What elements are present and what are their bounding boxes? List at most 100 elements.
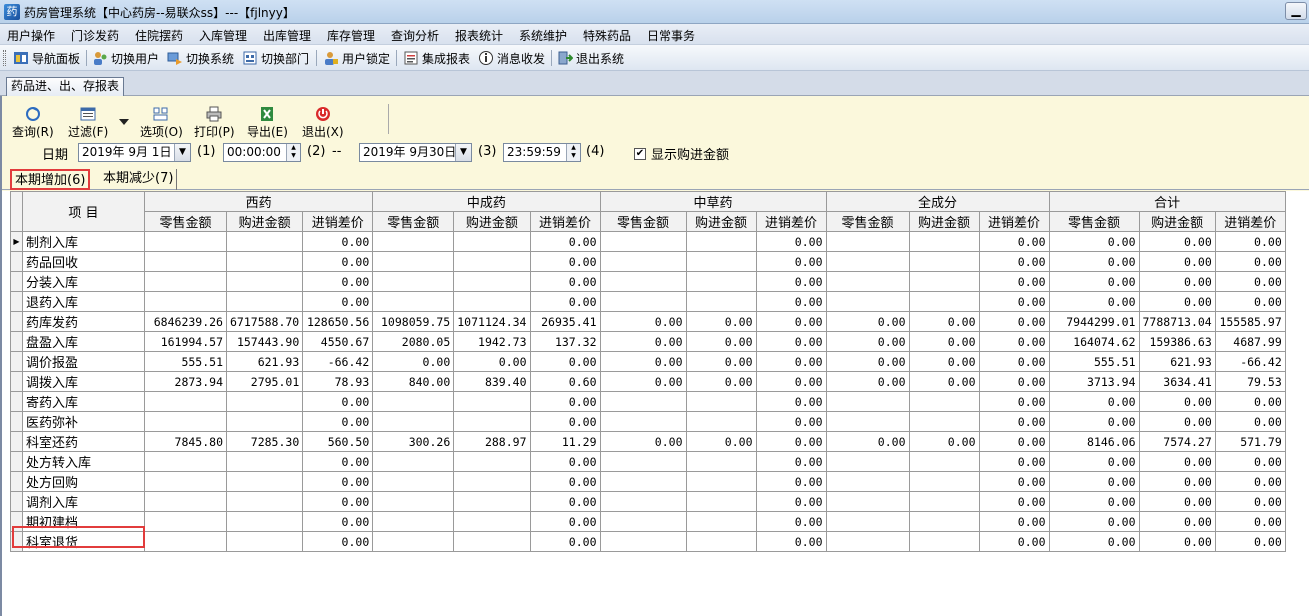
grid-cell[interactable]: 0.00 xyxy=(978,251,1050,272)
grid-cell[interactable]: 2795.01 xyxy=(225,371,304,392)
grid-cell[interactable]: 3713.94 xyxy=(1048,371,1140,392)
grid-cell[interactable]: 0.00 xyxy=(908,371,980,392)
row-name-cell[interactable]: 分装入库 xyxy=(22,271,145,292)
grid-cell[interactable]: 0.00 xyxy=(978,491,1050,512)
column-header[interactable]: 零售金额 xyxy=(599,211,687,232)
grid-cell[interactable] xyxy=(599,531,687,552)
row-name-cell[interactable]: 期初建档 xyxy=(22,511,145,532)
menu-inpatient-dispense[interactable]: 住院摆药 xyxy=(135,27,183,44)
menu-user-ops[interactable]: 用户操作 xyxy=(7,27,55,44)
grid-cell[interactable]: 0.00 xyxy=(1138,391,1216,412)
grid-cell[interactable]: 0.00 xyxy=(825,351,910,372)
grid-cell[interactable]: 0.00 xyxy=(302,251,374,272)
filter-button[interactable]: 过滤(F) xyxy=(68,106,108,140)
grid-cell[interactable]: 4550.67 xyxy=(302,331,374,352)
grid-cell[interactable]: 0.00 xyxy=(1048,271,1140,292)
grid-cell[interactable] xyxy=(599,271,687,292)
grid-cell[interactable]: 0.00 xyxy=(529,451,601,472)
grid-cell[interactable]: 0.00 xyxy=(372,351,455,372)
grid-cell[interactable] xyxy=(599,251,687,272)
grid-cell[interactable]: 0.00 xyxy=(755,531,827,552)
grid-cell[interactable]: 0.00 xyxy=(1214,451,1286,472)
grid-cell[interactable] xyxy=(144,511,227,532)
grid-cell[interactable]: 0.00 xyxy=(529,351,601,372)
grid-cell[interactable] xyxy=(453,471,531,492)
grid-cell[interactable] xyxy=(372,391,455,412)
table-row[interactable]: 退药入库 0.00 0.00 0.00 0.00 0.00 0.00 0.00 xyxy=(10,291,1286,312)
end-time-input[interactable]: 23:59:59 ▲ ▼ xyxy=(503,143,581,162)
grid-cell[interactable] xyxy=(144,231,227,252)
grid-cell[interactable]: 0.00 xyxy=(453,351,531,372)
grid-cell[interactable]: 7845.80 xyxy=(144,431,227,452)
grid-cell[interactable]: 0.00 xyxy=(529,251,601,272)
grid-cell[interactable] xyxy=(685,231,757,252)
column-header[interactable]: 购进金额 xyxy=(685,211,757,232)
grid-cell[interactable]: 0.00 xyxy=(825,371,910,392)
grid-cell[interactable]: 0.00 xyxy=(302,531,374,552)
column-header[interactable]: 购进金额 xyxy=(908,211,980,232)
grid-cell[interactable]: 0.00 xyxy=(755,251,827,272)
grid-cell[interactable] xyxy=(908,451,980,472)
grid-cell[interactable]: 26935.41 xyxy=(529,311,601,332)
grid-cell[interactable] xyxy=(685,391,757,412)
grid-cell[interactable]: 0.00 xyxy=(978,531,1050,552)
grid-cell[interactable]: 0.00 xyxy=(302,231,374,252)
menu-stock-in[interactable]: 入库管理 xyxy=(199,27,247,44)
grid-cell[interactable]: 0.00 xyxy=(1214,491,1286,512)
grid-cell[interactable]: 0.00 xyxy=(1138,291,1216,312)
grid-cell[interactable] xyxy=(453,491,531,512)
grid-cell[interactable] xyxy=(599,511,687,532)
grid-cell[interactable] xyxy=(825,491,910,512)
grid-cell[interactable]: 0.00 xyxy=(302,451,374,472)
grid-cell[interactable]: 0.00 xyxy=(302,271,374,292)
grid-cell[interactable]: 0.00 xyxy=(755,491,827,512)
grid-cell[interactable] xyxy=(825,451,910,472)
grid-cell[interactable]: 621.93 xyxy=(225,351,304,372)
grid-cell[interactable]: 128650.56 xyxy=(302,311,374,332)
grid-cell[interactable] xyxy=(225,251,304,272)
grid-cell[interactable] xyxy=(908,491,980,512)
grid-cell[interactable]: 0.00 xyxy=(685,311,757,332)
grid-cell[interactable]: 0.00 xyxy=(825,311,910,332)
grid-cell[interactable]: 0.00 xyxy=(1138,271,1216,292)
grid-cell[interactable] xyxy=(372,531,455,552)
grid-cell[interactable]: 0.00 xyxy=(1138,531,1216,552)
grid-cell[interactable]: 0.00 xyxy=(755,391,827,412)
grid-cell[interactable]: 0.00 xyxy=(1214,531,1286,552)
grid-cell[interactable]: 0.00 xyxy=(755,371,827,392)
grid-cell[interactable]: 0.00 xyxy=(978,291,1050,312)
row-name-cell[interactable]: 药库发药 xyxy=(22,311,145,332)
grid-cell[interactable] xyxy=(144,411,227,432)
row-name-cell[interactable]: 处方转入库 xyxy=(22,451,145,472)
grid-cell[interactable]: -66.42 xyxy=(1214,351,1286,372)
chevron-down-icon[interactable]: ▼ xyxy=(455,144,471,161)
grid-cell[interactable]: 0.00 xyxy=(302,471,374,492)
grid-cell[interactable]: 0.00 xyxy=(1214,391,1286,412)
column-header[interactable]: 进销差价 xyxy=(1214,211,1286,232)
grid-cell[interactable] xyxy=(825,291,910,312)
grid-cell[interactable]: 0.00 xyxy=(755,411,827,432)
grid-cell[interactable]: 0.00 xyxy=(1138,471,1216,492)
grid-cell[interactable] xyxy=(225,531,304,552)
grid-cell[interactable]: 0.00 xyxy=(755,311,827,332)
row-name-cell[interactable]: 退药入库 xyxy=(22,291,145,312)
grid-cell[interactable]: 2080.05 xyxy=(372,331,455,352)
menu-daily-affairs[interactable]: 日常事务 xyxy=(647,27,695,44)
grid-cell[interactable]: 7285.30 xyxy=(225,431,304,452)
grid-cell[interactable] xyxy=(225,291,304,312)
grid-cell[interactable] xyxy=(453,291,531,312)
grid-cell[interactable]: 0.00 xyxy=(529,531,601,552)
grid-cell[interactable]: 0.00 xyxy=(302,291,374,312)
grid-cell[interactable]: 0.00 xyxy=(978,371,1050,392)
grid-cell[interactable]: 0.00 xyxy=(908,311,980,332)
grid-cell[interactable]: 0.00 xyxy=(978,511,1050,532)
grid-cell[interactable] xyxy=(599,491,687,512)
column-header[interactable]: 进销差价 xyxy=(755,211,827,232)
grid-cell[interactable]: 78.93 xyxy=(302,371,374,392)
grid-cell[interactable]: 840.00 xyxy=(372,371,455,392)
menu-inventory[interactable]: 库存管理 xyxy=(327,27,375,44)
grid-cell[interactable] xyxy=(685,531,757,552)
row-name-cell[interactable]: 盘盈入库 xyxy=(22,331,145,352)
grid-cell[interactable] xyxy=(599,451,687,472)
menu-stock-out[interactable]: 出库管理 xyxy=(263,27,311,44)
